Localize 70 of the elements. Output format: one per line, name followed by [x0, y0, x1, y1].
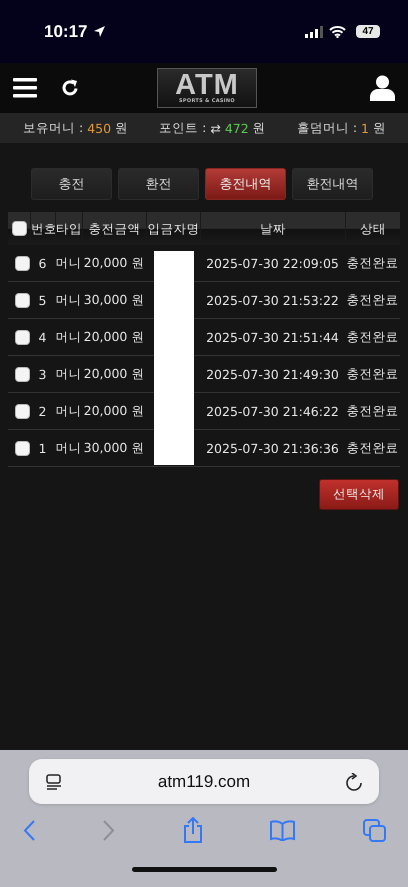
wifi-icon: [329, 26, 346, 38]
column-header: 입금자명: [146, 212, 200, 245]
table-cell-text: 4: [38, 330, 48, 344]
refresh-icon[interactable]: [60, 78, 80, 98]
delete-selected-button[interactable]: 선택삭제: [319, 479, 399, 510]
column-header: 충전금액: [82, 212, 146, 245]
balance-value: 450: [87, 120, 112, 136]
checkbox[interactable]: [15, 366, 30, 382]
table-cell-text: 충전완료: [346, 366, 400, 382]
column-header: 상태: [345, 212, 400, 245]
table-cell-text: 20,000 원: [82, 328, 146, 346]
table-cell-text: 6: [38, 256, 48, 270]
tab[interactable]: 충전: [31, 168, 112, 200]
column-header: 번호: [30, 212, 55, 245]
table-cell-text: 5: [38, 292, 48, 308]
table-cell-text: 충전완료: [346, 440, 400, 456]
table-cell: 머니: [55, 440, 82, 456]
user-icon[interactable]: [370, 75, 395, 101]
reload-icon[interactable]: [346, 772, 363, 790]
table-cell-text: 3: [38, 366, 48, 382]
table-cell-text: 20,000 원: [82, 402, 146, 420]
tab[interactable]: 환전: [118, 168, 199, 200]
exchange-symbol: ⇄: [210, 120, 221, 136]
balance-value: 472: [224, 120, 249, 136]
column-header: 날짜: [200, 212, 345, 245]
tab[interactable]: 충전내역: [205, 168, 286, 200]
table-cell: 머니: [55, 254, 82, 272]
reader-icon[interactable]: [46, 774, 62, 790]
balance-value: 1: [361, 120, 369, 136]
table-cell-text: 30,000 원: [82, 440, 146, 456]
checkbox[interactable]: [15, 256, 30, 270]
table-cell-text: 2025-07-30 21:49:30: [205, 366, 340, 382]
address-bar[interactable]: atm119.com: [29, 759, 379, 804]
table-cell-text: 2025-07-30 21:51:44: [205, 330, 340, 344]
column-header: 타입: [55, 212, 82, 245]
currency-unit: 원: [373, 120, 386, 136]
table-cell-text: 충전완료: [346, 254, 400, 272]
url-text: atm119.com: [156, 772, 252, 792]
table-cell-text: 20,000 원: [82, 366, 146, 382]
currency-unit: 원: [252, 120, 266, 136]
table-cell: 머니: [55, 366, 82, 382]
table-cell-text: 2025-07-30 21:36:36: [205, 440, 340, 456]
battery-indicator: 47: [356, 25, 380, 38]
checkbox[interactable]: [12, 221, 26, 236]
table-cell-text: 충전완료: [346, 292, 400, 308]
table-cell-text: 2025-07-30 21:46:22: [205, 404, 340, 418]
table-cell: 머니: [55, 328, 82, 346]
table-cell-text: 30,000 원: [82, 292, 146, 308]
checkbox[interactable]: [15, 404, 30, 418]
table-cell-text: 충전완료: [346, 328, 400, 346]
table-cell-text: 2025-07-30 22:09:05: [205, 256, 340, 270]
table-cell: 머니: [55, 292, 82, 308]
balance-label: 홀덤머니 :: [296, 120, 358, 136]
tab[interactable]: 환전내역: [292, 168, 373, 200]
menu-icon[interactable]: [13, 78, 37, 98]
table-cell-text: 충전완료: [346, 402, 400, 420]
clock-time: 10:17: [44, 22, 88, 42]
table-cell-text: 2: [38, 404, 48, 418]
table-cell: 머니: [55, 402, 82, 420]
balance-label: 포인트 :: [159, 120, 206, 136]
checkbox[interactable]: [15, 330, 30, 344]
balance-label: 보유머니 :: [23, 120, 84, 136]
table-cell-text: 20,000 원: [82, 254, 146, 272]
table-cell-text: 2025-07-30 21:53:22: [205, 292, 340, 308]
checkbox[interactable]: [15, 440, 30, 456]
signal-icon: [305, 26, 323, 38]
table-cell-text: 1: [38, 440, 48, 456]
currency-unit: 원: [115, 120, 128, 136]
location-arrow-icon: [93, 25, 106, 38]
checkbox[interactable]: [15, 292, 30, 308]
